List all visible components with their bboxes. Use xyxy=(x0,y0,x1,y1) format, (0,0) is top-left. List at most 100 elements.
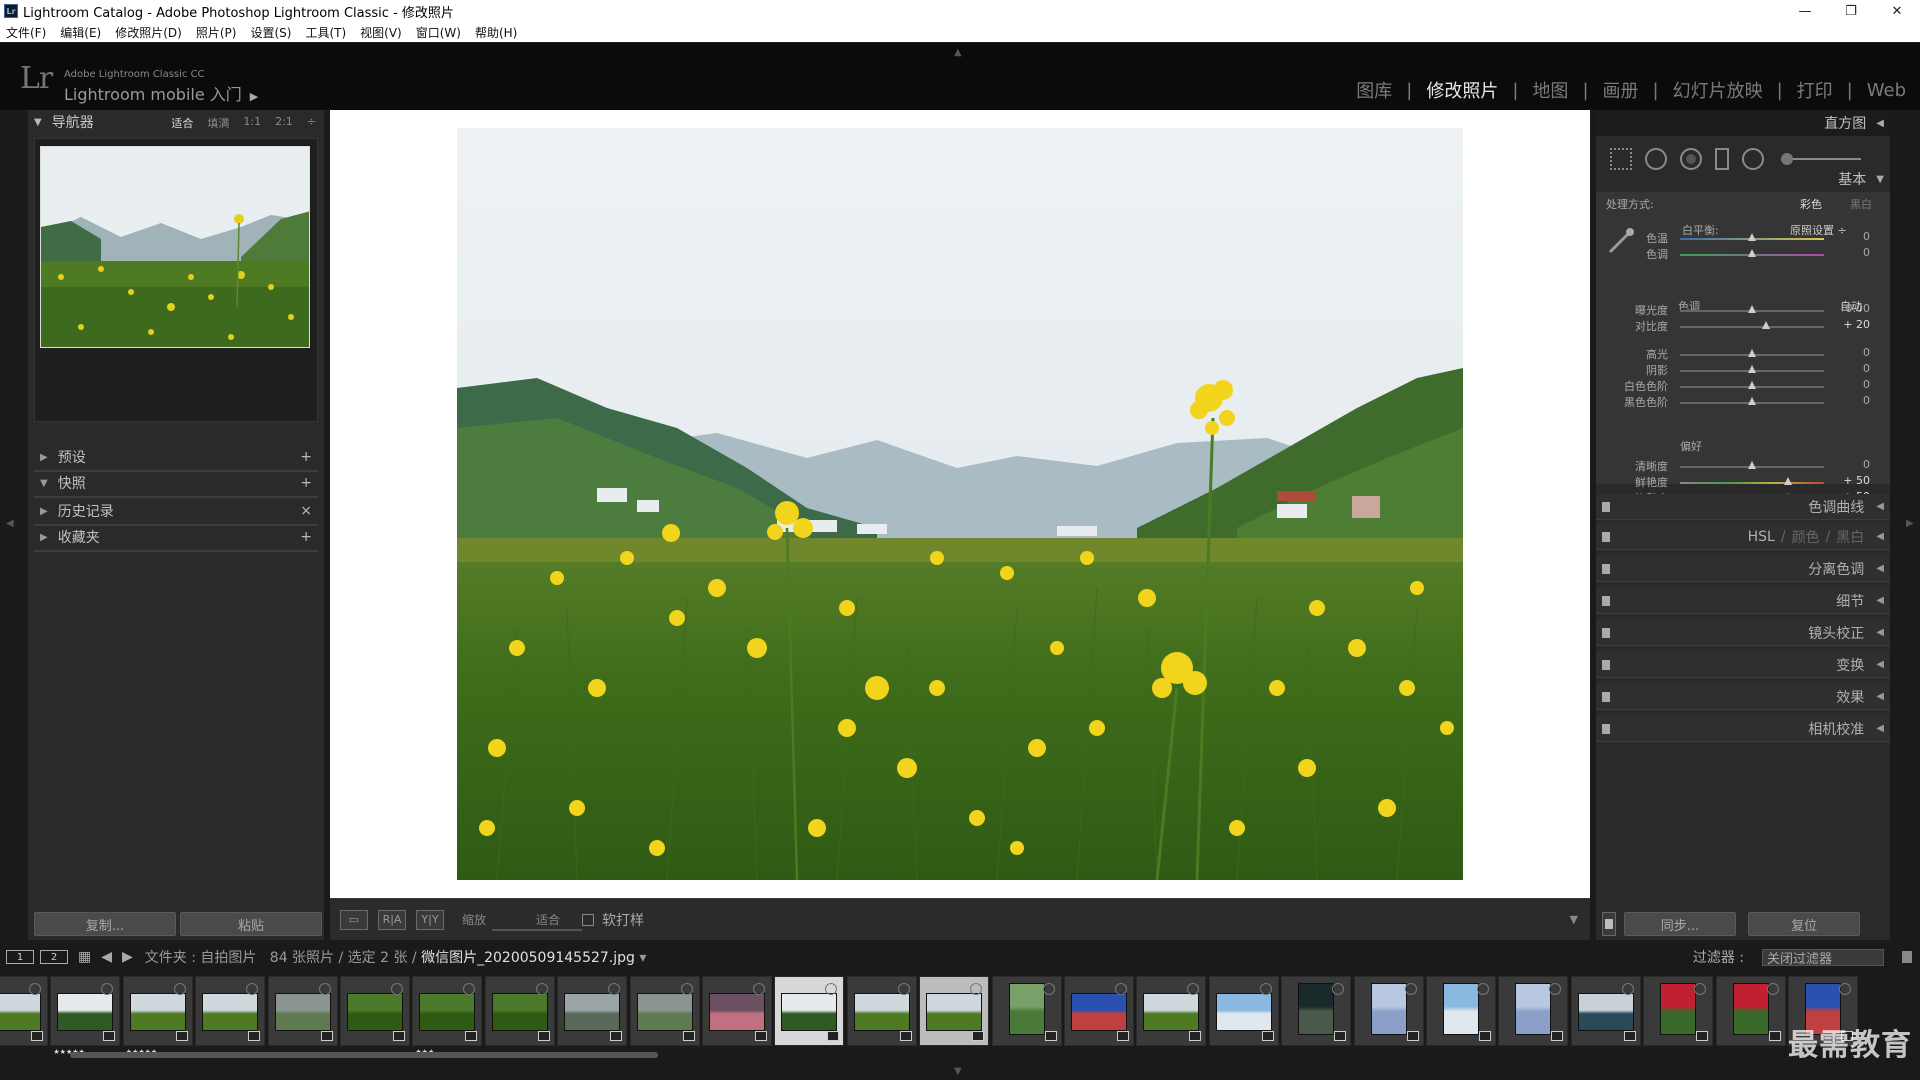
right-section-2[interactable]: 分离色调 ◀ xyxy=(1596,556,1890,582)
forward-arrow-icon[interactable]: ▶ xyxy=(122,949,133,965)
filter-lock-icon[interactable] xyxy=(1902,951,1912,963)
menu-item[interactable]: 文件(F) xyxy=(6,24,46,41)
sync-button[interactable]: 同步... xyxy=(1624,912,1736,936)
menu-item[interactable]: 工具(T) xyxy=(305,24,346,41)
right-section-7[interactable]: 相机校准 ◀ xyxy=(1596,716,1890,742)
filmstrip-thumbnail[interactable] xyxy=(557,976,628,1046)
module-tab[interactable]: 地图 xyxy=(1532,77,1568,103)
spot-removal-icon[interactable] xyxy=(1645,148,1667,170)
filmstrip-thumbnail[interactable] xyxy=(1281,976,1352,1046)
menu-item[interactable]: 编辑(E) xyxy=(60,24,101,41)
filmstrip-thumbnail[interactable] xyxy=(846,976,917,1046)
filmstrip-thumbnail[interactable] xyxy=(1136,976,1207,1046)
red-eye-icon[interactable] xyxy=(1680,148,1702,170)
filmstrip-thumbnail[interactable] xyxy=(629,976,700,1046)
slider-value[interactable]: 0 xyxy=(1863,246,1870,259)
filmstrip-thumbnail[interactable] xyxy=(1570,976,1641,1046)
radial-filter-icon[interactable] xyxy=(1742,148,1764,170)
add-icon[interactable]: + xyxy=(300,529,312,545)
slider-knob[interactable] xyxy=(1748,365,1756,373)
restore-button[interactable]: ❐ xyxy=(1828,0,1874,22)
slider-value[interactable]: 0 xyxy=(1863,362,1870,375)
right-section-5[interactable]: 变换 ◀ xyxy=(1596,652,1890,678)
module-tab[interactable]: 图库 xyxy=(1356,77,1392,103)
section-switch-icon[interactable] xyxy=(1602,724,1610,734)
filmstrip-thumbnail[interactable] xyxy=(484,976,555,1046)
hsl-tab[interactable]: 黑白 xyxy=(1836,527,1864,547)
adjustment-brush-knob[interactable] xyxy=(1781,153,1793,165)
secondary-monitor-button[interactable]: 2 xyxy=(40,950,68,964)
slider-value[interactable]: 0.00 xyxy=(1846,302,1871,315)
menu-item[interactable]: 视图(V) xyxy=(360,24,402,41)
paste-settings-button[interactable]: 粘贴 xyxy=(180,912,322,936)
histogram-header[interactable]: 直方图 ◀ xyxy=(1596,110,1890,136)
slider-knob[interactable] xyxy=(1748,397,1756,405)
zoom-slider[interactable] xyxy=(492,929,582,931)
slider-track[interactable] xyxy=(1680,482,1824,484)
right-section-1[interactable]: HSL / 颜色 / 黑白 ◀ xyxy=(1596,524,1890,550)
add-icon[interactable]: + xyxy=(300,475,312,491)
filmstrip-thumbnail[interactable]: ★★★★★ xyxy=(122,976,193,1056)
top-panel-toggle-icon[interactable]: ▲ xyxy=(954,47,962,58)
treatment-bw-option[interactable]: 黑白 xyxy=(1850,196,1872,212)
clear-icon[interactable]: × xyxy=(300,503,312,519)
filmstrip-thumbnail[interactable] xyxy=(195,976,266,1046)
slider-value[interactable]: + 50 xyxy=(1843,474,1870,487)
left-panel-toggle-icon[interactable]: ◀ xyxy=(6,518,14,529)
left-section-0[interactable]: ▶ 预设 + xyxy=(34,444,318,472)
filmstrip-thumbnail[interactable] xyxy=(919,976,990,1046)
bottom-panel-toggle-icon[interactable]: ▼ xyxy=(954,1066,962,1077)
right-section-0[interactable]: 色调曲线 ◀ xyxy=(1596,494,1890,520)
filmstrip-thumbnail[interactable]: ★ xyxy=(0,976,48,1046)
close-button[interactable]: ✕ xyxy=(1874,0,1920,22)
filmstrip-thumbnail[interactable] xyxy=(774,976,845,1046)
zoom-stepper-icon[interactable]: ÷ xyxy=(307,115,316,131)
crop-overlay-icon[interactable] xyxy=(1610,148,1632,170)
section-switch-icon[interactable] xyxy=(1602,532,1610,542)
navigator-zoom-option[interactable]: 1:1 xyxy=(243,115,261,131)
navigator-header[interactable]: ▼ 导航器 适合 填满 1:1 2:1 ÷ xyxy=(28,110,324,134)
menu-item[interactable]: 修改照片(D) xyxy=(115,24,182,41)
filmstrip-thumbnail[interactable] xyxy=(1064,976,1134,1046)
slider-value[interactable]: 0 xyxy=(1863,230,1870,243)
minimize-button[interactable]: — xyxy=(1782,0,1828,22)
section-switch-icon[interactable] xyxy=(1602,692,1610,702)
toolbar-menu-icon[interactable]: ▼ xyxy=(1570,913,1578,926)
module-tab[interactable]: 打印 xyxy=(1797,77,1833,103)
left-section-3[interactable]: ▶ 收藏夹 + xyxy=(34,524,318,552)
menu-item[interactable]: 设置(S) xyxy=(250,24,291,41)
slider-value[interactable]: 0 xyxy=(1863,346,1870,359)
soft-proof-toggle[interactable]: 软打样 xyxy=(582,910,644,930)
copy-settings-button[interactable]: 复制... xyxy=(34,912,176,936)
hsl-tab[interactable]: 颜色 xyxy=(1792,527,1820,547)
filmstrip-thumbnail[interactable]: ★★★★★ xyxy=(50,976,121,1056)
slider-knob[interactable] xyxy=(1748,461,1756,469)
main-photo[interactable] xyxy=(457,128,1463,880)
before-after-yy-button[interactable]: Y|Y xyxy=(416,909,444,930)
mobile-link[interactable]: Lightroom mobile 入门 ▶ xyxy=(64,81,258,105)
source-path[interactable]: 文件夹 : 自拍图片 84 张照片 / 选定 2 张 / 微信图片_202005… xyxy=(145,947,647,967)
left-section-1[interactable]: ▼ 快照 + xyxy=(34,470,318,498)
slider-value[interactable]: 0 xyxy=(1863,394,1870,407)
filmstrip-thumbnail[interactable] xyxy=(1715,976,1786,1046)
photo-canvas[interactable] xyxy=(330,110,1590,898)
sync-switch[interactable] xyxy=(1602,912,1616,936)
filmstrip-thumbnail[interactable]: ★★★ xyxy=(412,976,483,1056)
filmstrip-thumbnail[interactable] xyxy=(1498,976,1569,1046)
filter-select[interactable]: 关闭过滤器 xyxy=(1762,948,1884,967)
slider-value[interactable]: + 20 xyxy=(1843,318,1870,331)
add-icon[interactable]: + xyxy=(300,449,312,465)
filmstrip-thumbnail[interactable] xyxy=(1643,976,1714,1046)
filmstrip-thumbnail[interactable] xyxy=(991,976,1062,1046)
filmstrip-thumbnail[interactable] xyxy=(340,976,410,1046)
graduated-filter-icon[interactable] xyxy=(1715,148,1729,170)
reset-button[interactable]: 复位 xyxy=(1748,912,1860,936)
slider-knob[interactable] xyxy=(1748,249,1756,257)
module-tab[interactable]: 修改照片 xyxy=(1426,77,1498,103)
navigator-zoom-option[interactable]: 填满 xyxy=(207,115,229,131)
slider-knob[interactable] xyxy=(1748,381,1756,389)
back-arrow-icon[interactable]: ◀ xyxy=(101,949,112,965)
section-switch-icon[interactable] xyxy=(1602,596,1610,606)
filmstrip-thumbnail[interactable] xyxy=(702,976,772,1046)
left-section-2[interactable]: ▶ 历史记录 × xyxy=(34,498,318,526)
